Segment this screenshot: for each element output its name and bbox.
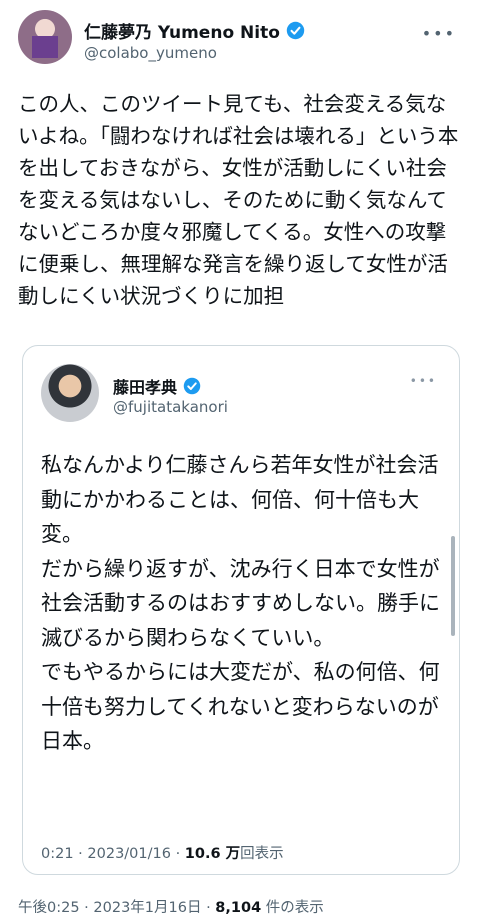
quoted-author-avatar[interactable]: [41, 364, 99, 422]
author-name-row: 仁藤夢乃 Yumeno Nito: [84, 18, 305, 43]
quoted-views-count: 10.6 万: [184, 846, 241, 862]
author-handle[interactable]: @colabo_yumeno: [84, 44, 217, 62]
author-avatar[interactable]: [18, 10, 72, 64]
avatar-sign: [32, 36, 58, 58]
tweet-meta: 午後0:25 · 2023年1月16日 · 8,104 件の表示: [18, 900, 324, 916]
verified-badge-icon: [286, 21, 305, 40]
tweet-header: 仁藤夢乃 Yumeno Nito @colabo_yumeno •••: [18, 10, 462, 70]
quoted-tweet-text: 私なんかより仁藤さんら若年女性が社会活動にかかわることは、何倍、何十倍も大変。 …: [41, 453, 440, 753]
tweet-text: この人、このツイート見ても、社会変える気ないよね。「闘わなければ社会は壊れる」と…: [18, 92, 459, 308]
quoted-author-name-row: 藤田孝典: [113, 374, 201, 398]
quoted-tweet-time[interactable]: 0:21: [41, 846, 74, 862]
quoted-scrollbar[interactable]: [451, 536, 455, 636]
quoted-tweet[interactable]: 藤田孝典 @fujitatakanori ••• 私なんかより仁藤さんら若年女性…: [22, 345, 460, 875]
verified-badge-icon: [183, 377, 201, 395]
tweet-time[interactable]: 午後0:25: [18, 900, 80, 916]
more-icon[interactable]: •••: [422, 24, 456, 43]
author-name[interactable]: 仁藤夢乃 Yumeno Nito: [84, 18, 280, 43]
tweet-views-count: 8,104: [215, 900, 262, 916]
quoted-tweet-date[interactable]: 2023/01/16: [87, 846, 171, 862]
quoted-views-label: 回表示: [240, 846, 284, 862]
tweet-date[interactable]: 2023年1月16日: [93, 900, 201, 916]
quoted-more-icon[interactable]: •••: [410, 374, 437, 388]
quoted-tweet-meta: 0:21 · 2023/01/16 · 10.6 万回表示: [41, 846, 284, 862]
quoted-author-name[interactable]: 藤田孝典: [113, 374, 177, 398]
quoted-author-handle[interactable]: @fujitatakanori: [113, 398, 228, 416]
tweet-views-label[interactable]: 件の表示: [266, 900, 324, 916]
